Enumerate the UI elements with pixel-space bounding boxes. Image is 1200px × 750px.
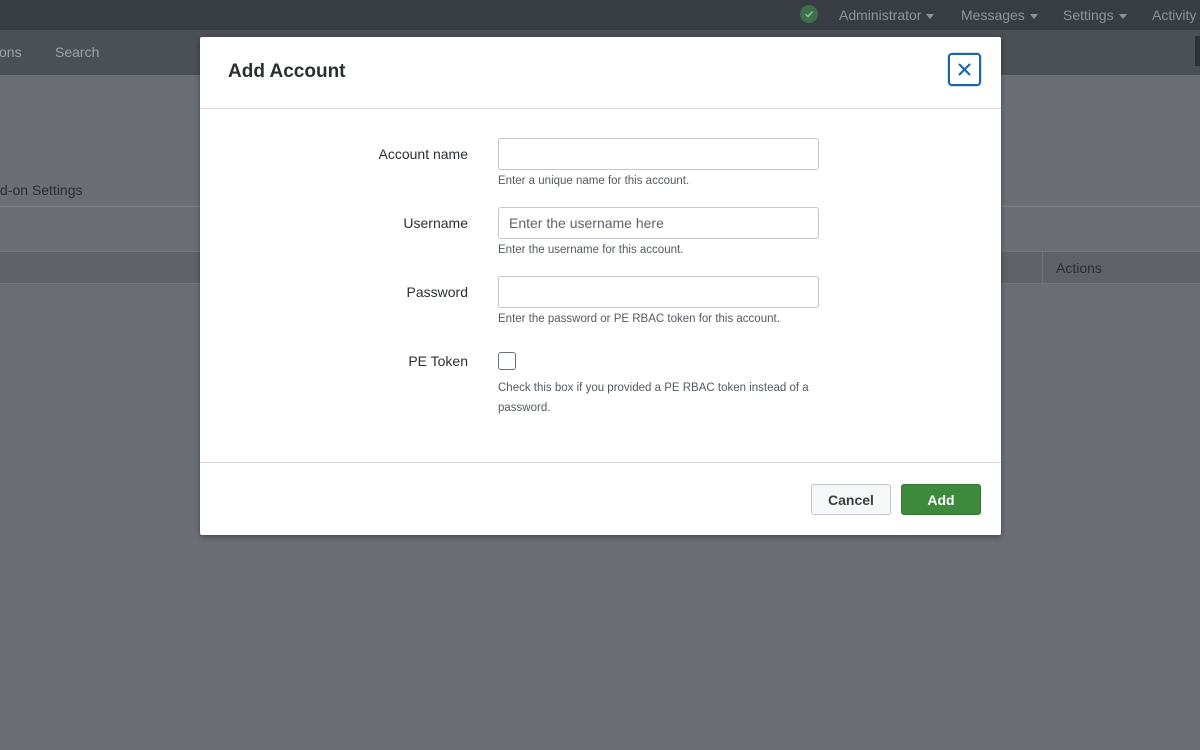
settings-menu-label: Settings (1063, 7, 1114, 23)
activity-menu[interactable]: Activity (1152, 0, 1196, 30)
pe-token-help-line1: Check this box if you provided a PE RBAC… (498, 382, 809, 394)
actions-column-header: Actions (1042, 252, 1200, 283)
nav-item-search[interactable]: Search (55, 44, 99, 60)
close-icon (958, 63, 971, 76)
caret-down-icon (1118, 13, 1127, 19)
username-label: Username (403, 215, 468, 231)
dialog-footer-divider (200, 462, 1001, 463)
nav-item-configurations[interactable]: ons (0, 44, 22, 60)
pe-token-help-line2: password. (498, 402, 551, 414)
top-bar: Administrator Messages Settings Activity (0, 0, 1200, 30)
password-input[interactable] (498, 276, 819, 308)
password-label: Password (406, 284, 468, 300)
page-heading: d-on Settings (0, 182, 83, 198)
close-button[interactable] (948, 53, 981, 86)
messages-menu-label: Messages (961, 7, 1025, 23)
administrator-menu-label: Administrator (839, 7, 922, 23)
administrator-menu[interactable]: Administrator (839, 0, 935, 30)
password-help: Enter the password or PE RBAC token for … (498, 313, 780, 325)
caret-down-icon (926, 13, 935, 19)
pe-token-checkbox[interactable] (498, 352, 516, 370)
account-name-input[interactable] (498, 138, 819, 170)
app-bar-corner (1195, 36, 1200, 66)
check-circle-icon (800, 5, 818, 23)
username-input[interactable] (498, 207, 819, 239)
caret-down-icon (1029, 13, 1038, 19)
account-name-help: Enter a unique name for this account. (498, 175, 690, 187)
username-help: Enter the username for this account. (498, 244, 684, 256)
pe-token-label: PE Token (408, 353, 468, 369)
add-account-dialog: Add Account Account name Enter a unique … (200, 37, 1001, 535)
cancel-button[interactable]: Cancel (811, 484, 891, 515)
actions-column-label: Actions (1056, 260, 1102, 276)
account-name-label: Account name (378, 146, 469, 162)
dialog-title: Add Account (228, 61, 346, 82)
dialog-header: Add Account (200, 37, 1001, 109)
activity-menu-label: Activity (1152, 7, 1197, 23)
messages-menu[interactable]: Messages (961, 0, 1038, 30)
settings-menu[interactable]: Settings (1063, 0, 1127, 30)
add-button[interactable]: Add (901, 484, 981, 515)
